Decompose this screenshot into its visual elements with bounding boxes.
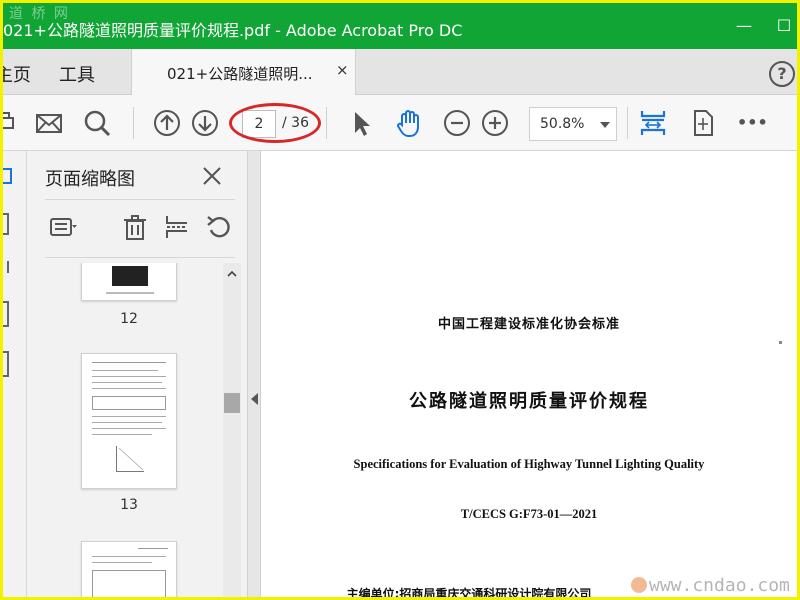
chevron-down-icon bbox=[600, 122, 610, 128]
collapse-panel-icon[interactable] bbox=[251, 393, 258, 405]
more-options-button[interactable]: ••• bbox=[737, 113, 768, 132]
page-scroll-icon[interactable] bbox=[687, 107, 719, 139]
signatures-icon[interactable] bbox=[3, 351, 9, 377]
help-button[interactable]: ? bbox=[769, 61, 795, 87]
email-icon[interactable] bbox=[33, 107, 65, 139]
maximize-button[interactable]: ☐ bbox=[769, 11, 797, 41]
page-thumbnails-icon[interactable] bbox=[3, 167, 15, 185]
zoom-out-icon[interactable] bbox=[441, 107, 473, 139]
menu-tab-bar: 主页 工具 021+公路隧道照明... × ? bbox=[3, 49, 797, 95]
watermark-logo-icon bbox=[631, 577, 647, 593]
panel-divider bbox=[45, 257, 235, 258]
document-code: T/CECS G:F73-01—2021 bbox=[460, 507, 598, 521]
toolbar-divider bbox=[133, 107, 134, 139]
panel-divider bbox=[45, 199, 235, 200]
close-tab-button[interactable]: × bbox=[336, 61, 349, 79]
toolbar-divider bbox=[326, 107, 327, 139]
main-toolbar: 2 / 36 50.8% ••• bbox=[3, 95, 797, 151]
print-icon[interactable] bbox=[3, 107, 21, 139]
hand-tool-icon[interactable] bbox=[393, 107, 425, 139]
page-dot bbox=[779, 341, 782, 344]
panel-title: 页面缩略图 bbox=[45, 169, 135, 190]
scrollbar-thumb[interactable] bbox=[224, 393, 240, 413]
next-page-icon[interactable] bbox=[189, 107, 221, 139]
thumbnail-page[interactable] bbox=[81, 263, 177, 301]
search-icon[interactable] bbox=[81, 107, 113, 139]
bookmarks-icon[interactable] bbox=[3, 213, 9, 235]
menu-tools[interactable]: 工具 bbox=[59, 61, 95, 87]
acrobat-window: 道 桥 网 021+公路隧道照明质量评价规程.pdf - Adobe Acrob… bbox=[3, 3, 797, 597]
document-tab[interactable]: 021+公路隧道照明... × bbox=[131, 49, 356, 95]
close-icon[interactable] bbox=[199, 163, 225, 189]
options-menu-icon[interactable] bbox=[49, 213, 77, 241]
document-title-cn: 公路隧道照明质量评价规程 bbox=[409, 391, 649, 412]
previous-page-icon[interactable] bbox=[151, 107, 183, 139]
thumbnails-panel: 页面缩略图 12 13 bbox=[27, 151, 247, 597]
zoom-in-icon[interactable] bbox=[479, 107, 511, 139]
document-view[interactable]: 中国工程建设标准化协会标准 公路隧道照明质量评价规程 Specification… bbox=[261, 151, 797, 597]
window-title: 021+公路隧道照明质量评价规程.pdf - Adobe Acrobat Pro… bbox=[3, 21, 463, 40]
thumbnail-page[interactable] bbox=[81, 541, 177, 597]
document-tab-label: 021+公路隧道照明... bbox=[167, 65, 313, 83]
chevron-up-icon[interactable] bbox=[227, 269, 237, 279]
zoom-value: 50.8% bbox=[540, 116, 585, 132]
rotate-icon[interactable] bbox=[205, 213, 233, 241]
layers-icon[interactable] bbox=[3, 301, 9, 327]
delete-icon[interactable] bbox=[121, 213, 149, 241]
document-org-line: 中国工程建设标准化协会标准 bbox=[437, 317, 620, 332]
minimize-button[interactable]: — bbox=[729, 11, 759, 41]
thumbnail-label: 13 bbox=[120, 497, 138, 513]
zoom-dropdown[interactable]: 50.8% bbox=[529, 107, 617, 141]
thumbnail-list: 12 13 bbox=[45, 263, 223, 597]
thumbnail-page[interactable] bbox=[81, 353, 177, 489]
thumbnail-label: 12 bbox=[120, 311, 138, 327]
insert-page-icon[interactable] bbox=[163, 213, 191, 241]
fit-width-icon[interactable] bbox=[637, 107, 669, 139]
title-bar: 道 桥 网 021+公路隧道照明质量评价规程.pdf - Adobe Acrob… bbox=[3, 3, 797, 49]
left-tool-rail bbox=[3, 151, 27, 597]
watermark-url: www.cndao.com bbox=[649, 575, 790, 596]
panel-splitter[interactable] bbox=[247, 151, 261, 597]
document-title-en: Specifications for Evaluation of Highway… bbox=[353, 457, 705, 471]
thumbnail-scrollbar[interactable] bbox=[223, 263, 241, 597]
toolbar-divider bbox=[627, 107, 628, 139]
menu-home[interactable]: 主页 bbox=[3, 61, 31, 87]
select-cursor-icon[interactable] bbox=[345, 107, 377, 139]
attachments-icon[interactable] bbox=[3, 261, 9, 273]
page-number-highlight bbox=[229, 103, 321, 143]
